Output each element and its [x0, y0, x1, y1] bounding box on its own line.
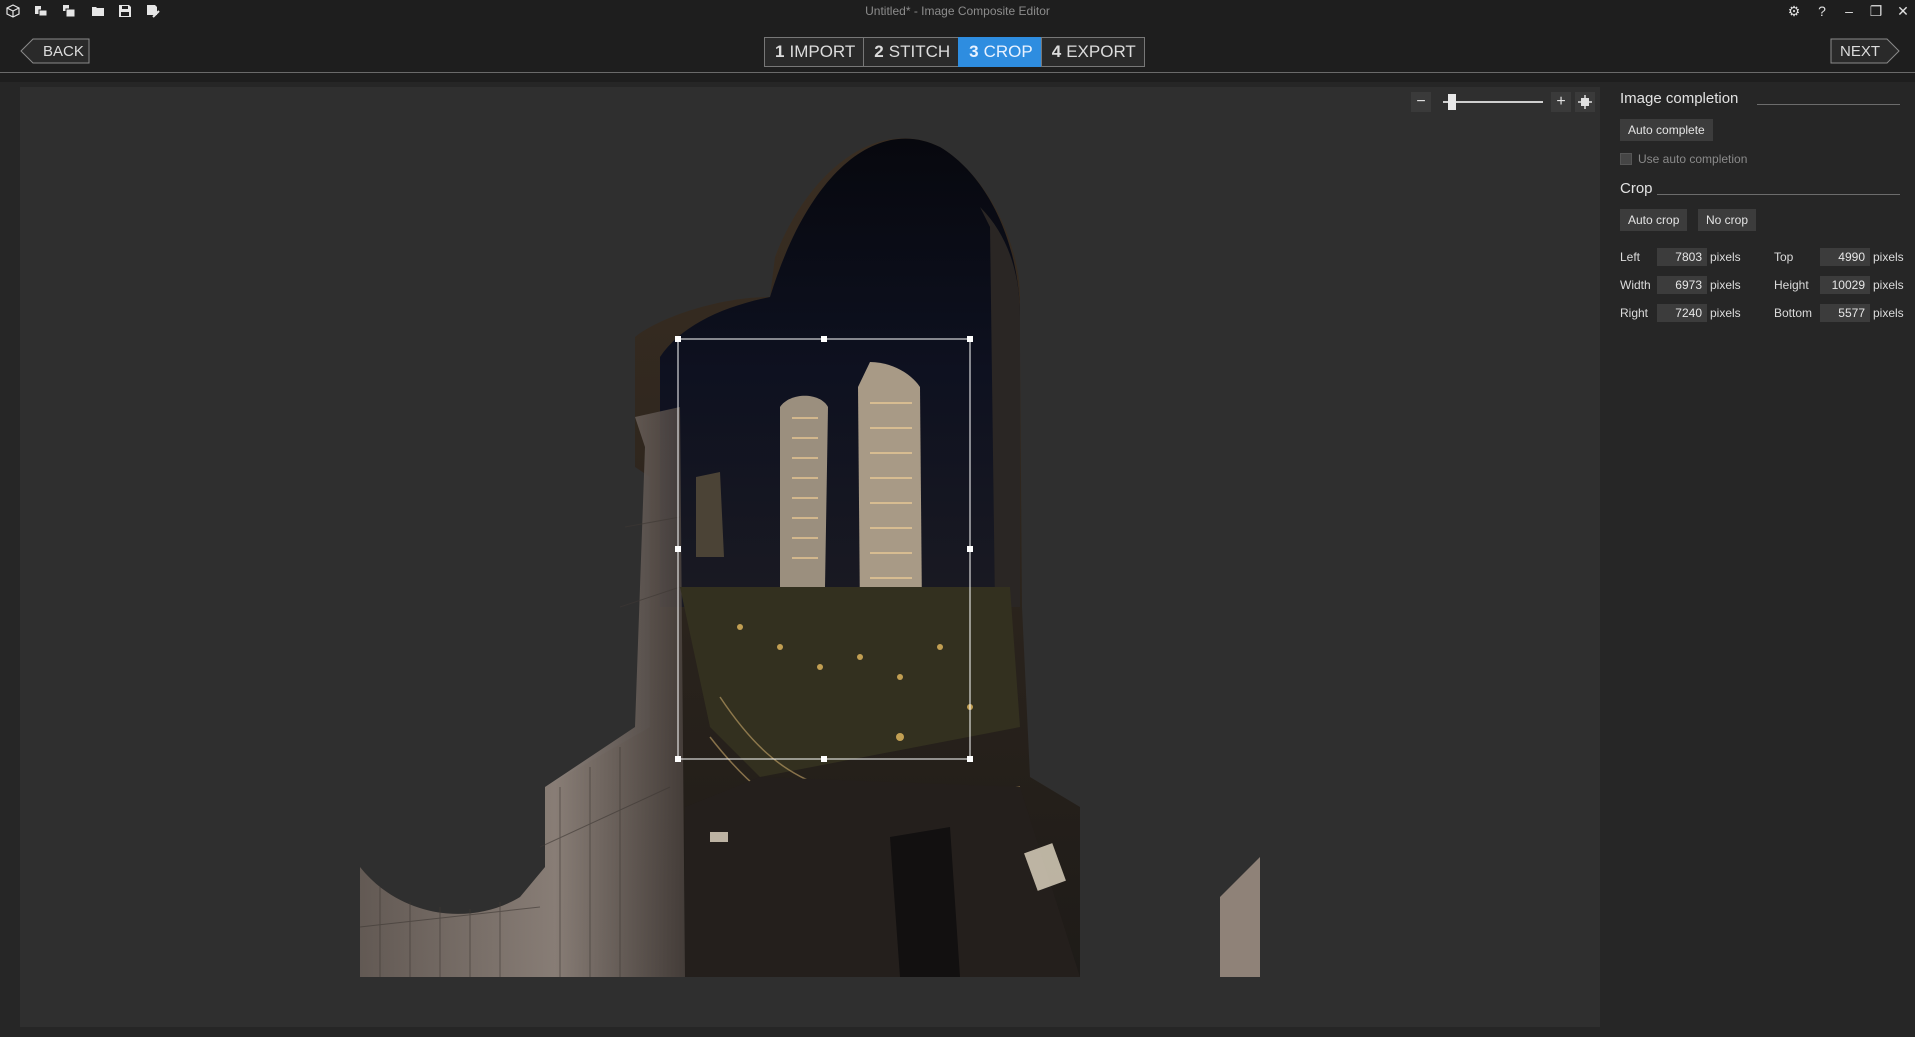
close-button[interactable]: ✕ — [1891, 1, 1915, 21]
next-button[interactable]: NEXT — [1830, 38, 1900, 64]
restore-button[interactable]: ❐ — [1864, 1, 1888, 21]
zoom-in-button[interactable]: + — [1551, 92, 1571, 112]
step-export[interactable]: 4 EXPORT — [1040, 37, 1145, 67]
use-auto-completion-checkbox[interactable] — [1620, 153, 1632, 165]
crop-settings-panel: Image completion Auto complete Use auto … — [1600, 87, 1915, 1037]
next-label: NEXT — [1840, 42, 1881, 60]
use-auto-completion-row[interactable]: Use auto completion — [1620, 152, 1747, 166]
panorama-canvas[interactable] — [20, 87, 1600, 1027]
zoom-slider-track[interactable] — [1443, 101, 1543, 103]
panorama-preview — [359, 138, 1260, 977]
step-number: 3 — [969, 42, 979, 61]
bottom-label: Bottom — [1774, 306, 1813, 320]
zoom-control: − + — [1411, 90, 1597, 114]
width-input[interactable]: 6973 — [1657, 276, 1707, 294]
step-label: EXPORT — [1066, 42, 1136, 61]
window-title: Untitled* - Image Composite Editor — [865, 4, 1050, 18]
section-divider — [1657, 194, 1900, 195]
crop-title: Crop — [1620, 180, 1653, 197]
height-label: Height — [1774, 278, 1809, 292]
right-input[interactable]: 7240 — [1657, 304, 1707, 322]
help-icon[interactable]: ? — [1810, 1, 1834, 21]
step-number: 2 — [874, 42, 884, 61]
bottom-input[interactable]: 5577 — [1820, 304, 1870, 322]
left-label: Left — [1620, 250, 1641, 264]
section-divider — [1757, 104, 1900, 105]
step-number: 1 — [775, 42, 785, 61]
step-label: CROP — [983, 42, 1033, 61]
no-crop-button[interactable]: No crop — [1698, 209, 1757, 231]
zoom-out-button[interactable]: − — [1411, 92, 1431, 112]
settings-icon[interactable]: ⚙ — [1782, 1, 1806, 21]
step-crop[interactable]: 3 CROP — [958, 37, 1041, 67]
step-number: 4 — [1051, 42, 1062, 61]
height-input[interactable]: 10029 — [1820, 276, 1870, 294]
use-auto-completion-label: Use auto completion — [1638, 152, 1748, 166]
nav-divider-line — [0, 72, 1915, 73]
zoom-slider-thumb[interactable] — [1447, 94, 1456, 110]
auto-crop-button[interactable]: Auto crop — [1620, 209, 1688, 231]
back-label: BACK — [43, 42, 84, 60]
image-completion-title: Image completion — [1620, 90, 1739, 107]
top-unit: pixels — [1873, 250, 1904, 264]
back-button[interactable]: BACK — [20, 38, 90, 64]
title-bar: Untitled* - Image Composite Editor ⚙ ? –… — [0, 0, 1915, 22]
top-input[interactable]: 4990 — [1820, 248, 1870, 266]
workflow-steps: 1 IMPORT 2 STITCH 3 CROP 4 EXPORT — [764, 37, 1145, 67]
width-unit: pixels — [1710, 278, 1741, 292]
width-label: Width — [1620, 278, 1651, 292]
step-import[interactable]: 1 IMPORT — [764, 37, 864, 67]
top-label: Top — [1774, 250, 1794, 264]
auto-complete-button[interactable]: Auto complete — [1620, 119, 1713, 141]
bottom-unit: pixels — [1873, 306, 1904, 320]
step-label: STITCH — [888, 42, 951, 61]
left-input[interactable]: 7803 — [1657, 248, 1707, 266]
right-unit: pixels — [1710, 306, 1741, 320]
right-label: Right — [1620, 306, 1649, 320]
left-unit: pixels — [1710, 250, 1741, 264]
fit-to-window-icon[interactable] — [1575, 92, 1595, 112]
step-stitch[interactable]: 2 STITCH — [863, 37, 959, 67]
step-label: IMPORT — [789, 42, 856, 61]
height-unit: pixels — [1873, 278, 1904, 292]
minimize-button[interactable]: – — [1837, 1, 1861, 21]
bottom-strip — [0, 1027, 1915, 1037]
